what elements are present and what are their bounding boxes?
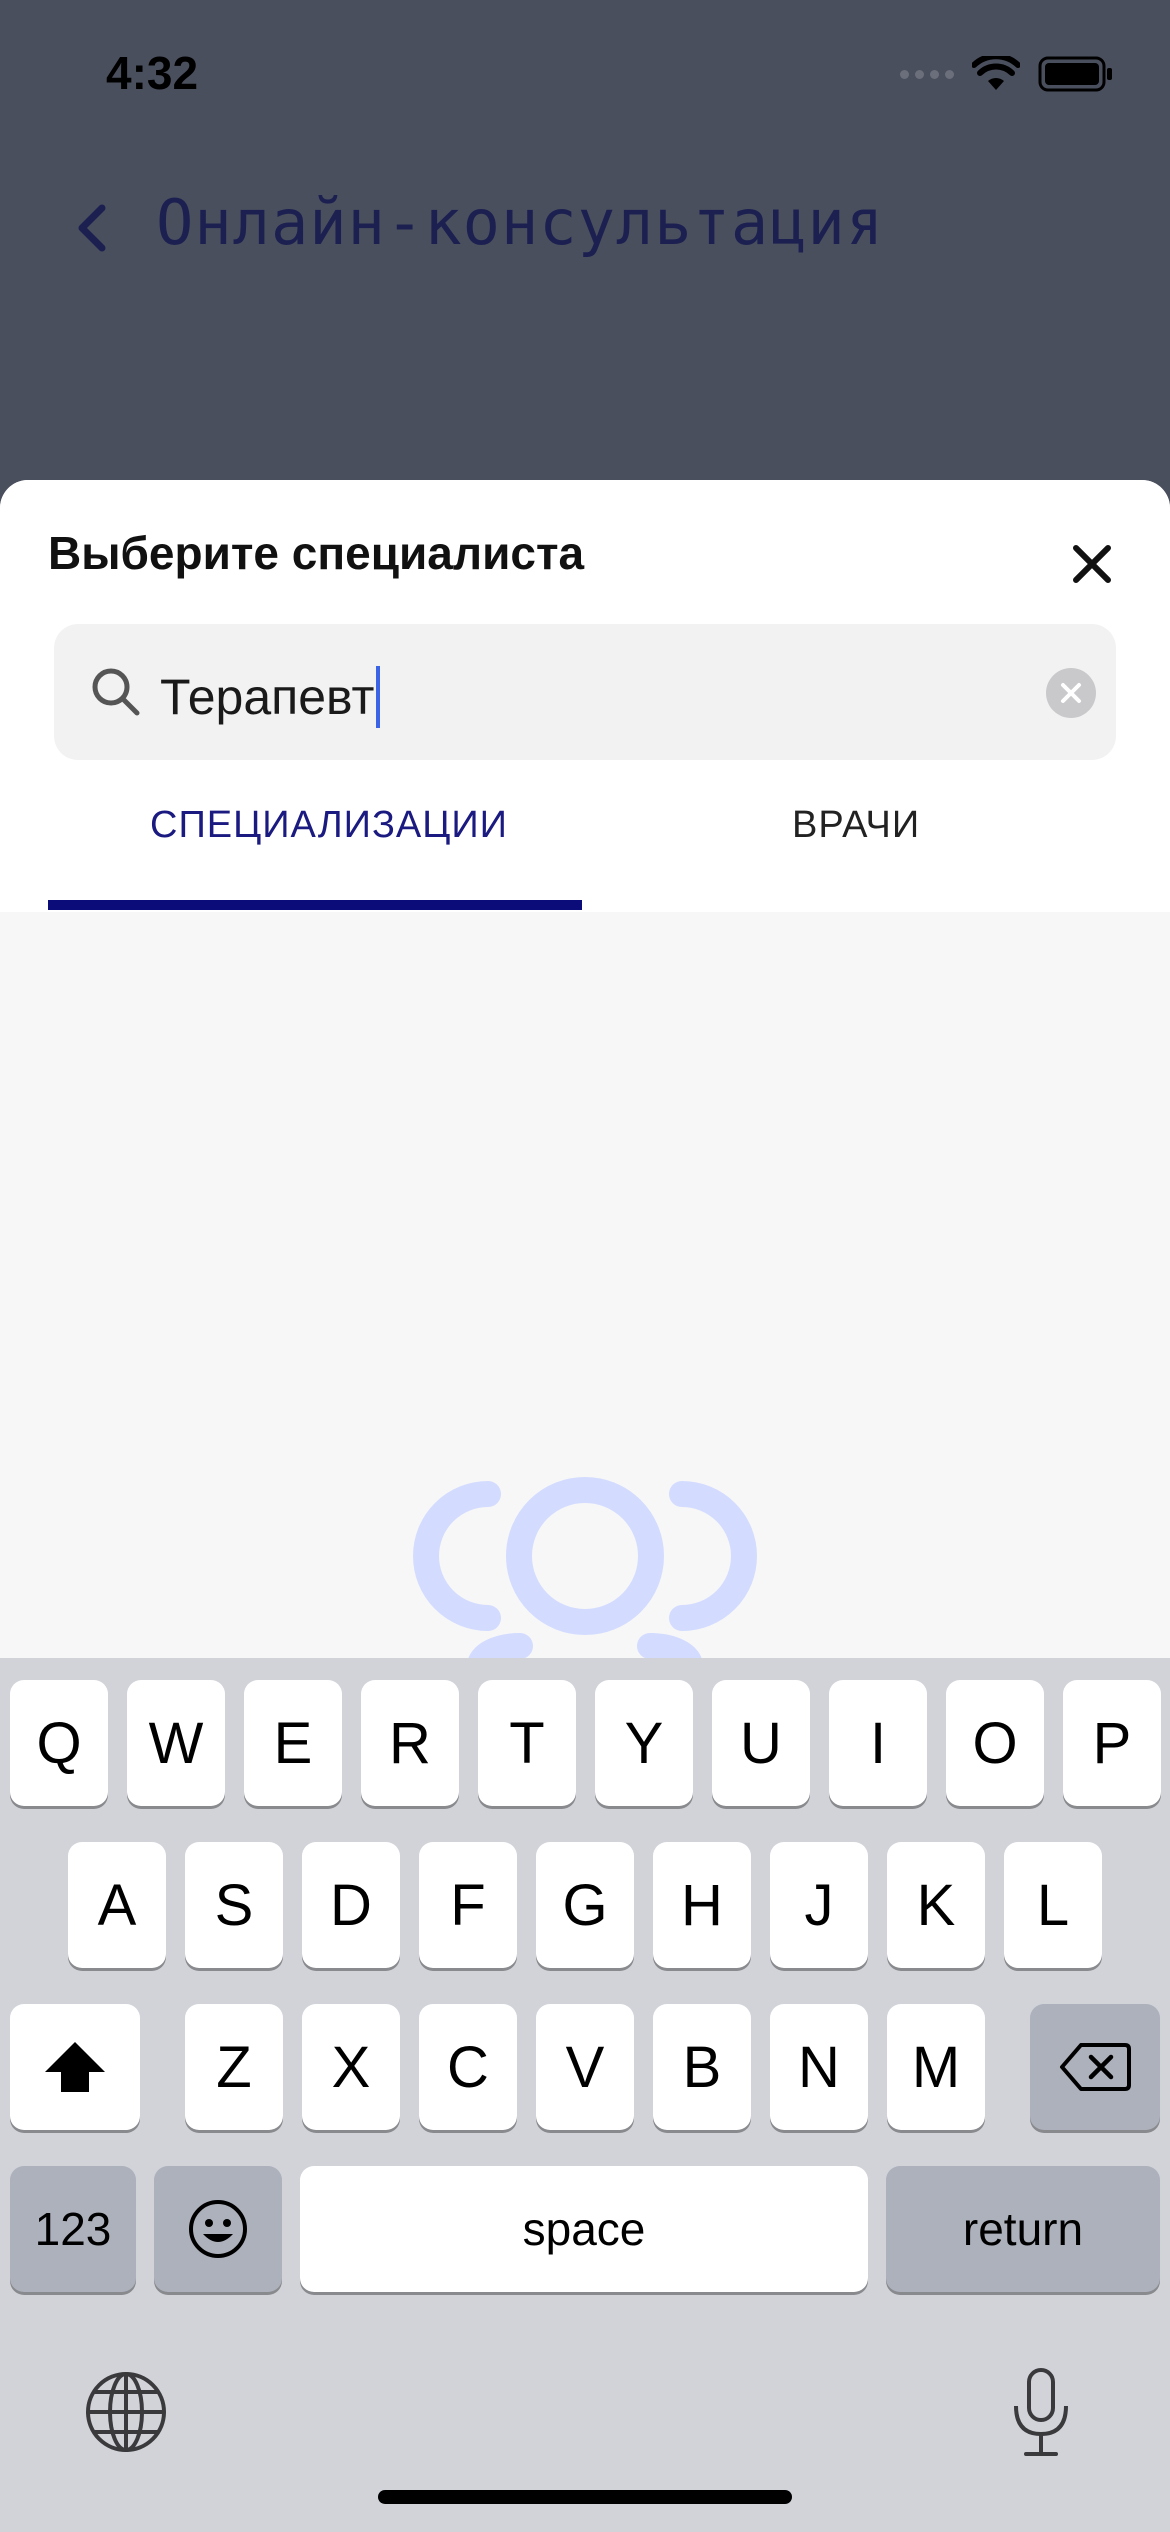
back-chevron-icon[interactable]: [70, 200, 114, 256]
space-key[interactable]: space: [300, 2166, 868, 2292]
clear-search-button[interactable]: [1046, 668, 1096, 718]
key-q[interactable]: Q: [10, 1680, 108, 1806]
key-e[interactable]: E: [244, 1680, 342, 1806]
key-i[interactable]: I: [829, 1680, 927, 1806]
key-s[interactable]: S: [185, 1842, 283, 1968]
key-x[interactable]: X: [302, 2004, 400, 2130]
keyboard: Q W E R T Y U I O P A S D F G H J K L Z …: [0, 1658, 1170, 2532]
loading-spinner-icon: [413, 1477, 757, 1676]
sheet-header: Выберите специалиста Терапевт СПЕЦИАЛИЗА…: [0, 480, 1170, 912]
clear-icon: [1061, 683, 1081, 703]
sheet-title: Выберите специалиста: [48, 527, 585, 579]
key-r[interactable]: R: [361, 1680, 459, 1806]
close-icon[interactable]: [1070, 542, 1114, 586]
backspace-key[interactable]: [1030, 2004, 1160, 2130]
globe-icon[interactable]: [84, 2370, 168, 2454]
shift-icon: [45, 2042, 105, 2092]
key-l[interactable]: L: [1004, 1842, 1102, 1968]
status-time: 4:32: [106, 47, 199, 99]
return-key[interactable]: return: [886, 2166, 1160, 2292]
search-value: Терапевт: [160, 669, 375, 725]
status-icons: [900, 56, 1114, 92]
key-t[interactable]: T: [478, 1680, 576, 1806]
key-h[interactable]: H: [653, 1842, 751, 1968]
key-y[interactable]: Y: [595, 1680, 693, 1806]
key-j[interactable]: J: [770, 1842, 868, 1968]
wifi-icon: [972, 56, 1020, 90]
tab-specializations[interactable]: СПЕЦИАЛИЗАЦИИ: [150, 804, 508, 847]
battery-icon: [1038, 56, 1112, 92]
page-title: Онлайн-консультация: [156, 186, 885, 259]
key-f[interactable]: F: [419, 1842, 517, 1968]
key-g[interactable]: G: [536, 1842, 634, 1968]
active-tab-indicator: [48, 900, 582, 910]
backspace-icon: [1060, 2043, 1131, 2091]
key-n[interactable]: N: [770, 2004, 868, 2130]
emoji-key[interactable]: [154, 2166, 282, 2292]
key-a[interactable]: A: [68, 1842, 166, 1968]
key-z[interactable]: Z: [185, 2004, 283, 2130]
search-icon: [92, 668, 140, 716]
search-input[interactable]: Терапевт: [54, 624, 1116, 760]
key-c[interactable]: C: [419, 2004, 517, 2130]
key-v[interactable]: V: [536, 2004, 634, 2130]
shift-key[interactable]: [10, 2004, 140, 2130]
key-d[interactable]: D: [302, 1842, 400, 1968]
key-m[interactable]: M: [887, 2004, 985, 2130]
key-u[interactable]: U: [712, 1680, 810, 1806]
key-w[interactable]: W: [127, 1680, 225, 1806]
tab-doctors[interactable]: ВРАЧИ: [792, 804, 920, 847]
text-caret: [376, 666, 381, 728]
key-b[interactable]: B: [653, 2004, 751, 2130]
key-p[interactable]: P: [1063, 1680, 1161, 1806]
cellular-signal-icon: [900, 69, 954, 79]
home-indicator: [378, 2490, 792, 2504]
numbers-key[interactable]: 123: [10, 2166, 136, 2292]
microphone-icon[interactable]: [1010, 2366, 1072, 2458]
emoji-icon: [189, 2200, 247, 2258]
key-o[interactable]: O: [946, 1680, 1044, 1806]
key-k[interactable]: K: [887, 1842, 985, 1968]
